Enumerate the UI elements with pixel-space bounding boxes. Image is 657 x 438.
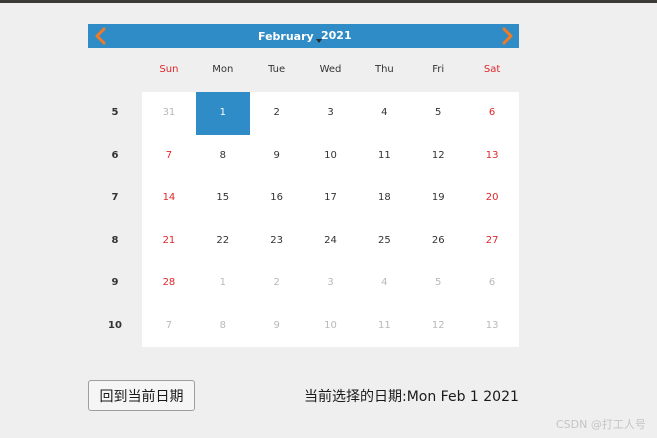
day-cell[interactable]: 7 bbox=[142, 135, 196, 178]
week-row: 7 8 9 10 11 12 13 bbox=[142, 135, 519, 178]
day-cell[interactable]: 14 bbox=[142, 177, 196, 220]
week-row: 14 15 16 17 18 19 20 bbox=[142, 177, 519, 220]
day-cell[interactable]: 9 bbox=[250, 135, 304, 178]
weekday-fri: Fri bbox=[432, 64, 445, 75]
week-number: 8 bbox=[111, 234, 119, 246]
day-cell[interactable]: 21 bbox=[142, 220, 196, 263]
day-grid: 31 1 2 3 4 5 6 7 8 9 10 11 12 13 14 15 1… bbox=[142, 92, 519, 347]
day-cell[interactable]: 4 bbox=[357, 262, 411, 305]
day-cell[interactable]: 10 bbox=[304, 305, 358, 348]
week-row: 21 22 23 24 25 26 27 bbox=[142, 220, 519, 263]
go-to-today-button[interactable]: 回到当前日期 bbox=[88, 380, 195, 411]
day-cell[interactable]: 28 bbox=[142, 262, 196, 305]
day-cell[interactable]: 25 bbox=[357, 220, 411, 263]
week-row: 7 8 9 10 11 12 13 bbox=[142, 305, 519, 348]
weekday-mon: Mon bbox=[212, 64, 234, 75]
day-cell[interactable]: 20 bbox=[465, 177, 519, 220]
day-cell[interactable]: 8 bbox=[196, 135, 250, 178]
day-cell[interactable]: 3 bbox=[304, 262, 358, 305]
window-top-strip bbox=[0, 0, 657, 3]
month-label: February bbox=[258, 29, 314, 43]
chevron-left-icon bbox=[95, 27, 106, 45]
day-cell[interactable]: 3 bbox=[304, 92, 358, 135]
calendar-widget: February 2021 Sun Mon Tue Wed Thu Fri Sa… bbox=[88, 24, 519, 347]
day-cell[interactable]: 26 bbox=[411, 220, 465, 263]
day-cell[interactable]: 1 bbox=[196, 262, 250, 305]
day-cell[interactable]: 23 bbox=[250, 220, 304, 263]
day-cell[interactable]: 16 bbox=[250, 177, 304, 220]
weekday-thu: Thu bbox=[374, 64, 394, 75]
year-selector[interactable]: 2021 bbox=[321, 24, 352, 48]
day-cell[interactable]: 8 bbox=[196, 305, 250, 348]
day-cell[interactable]: 9 bbox=[250, 305, 304, 348]
day-cell[interactable]: 15 bbox=[196, 177, 250, 220]
weekday-tue: Tue bbox=[268, 64, 286, 75]
day-cell[interactable]: 13 bbox=[465, 135, 519, 178]
weekday-wed: Wed bbox=[319, 64, 342, 75]
day-cell[interactable]: 27 bbox=[465, 220, 519, 263]
day-cell[interactable]: 13 bbox=[465, 305, 519, 348]
next-month-button[interactable] bbox=[497, 26, 517, 46]
day-cell[interactable]: 11 bbox=[357, 135, 411, 178]
day-cell[interactable]: 2 bbox=[250, 262, 304, 305]
week-number: 5 bbox=[111, 107, 119, 118]
weekday-header-row: Sun Mon Tue Wed Thu Fri Sat bbox=[142, 48, 519, 92]
day-cell[interactable]: 5 bbox=[411, 92, 465, 135]
week-number: 9 bbox=[111, 277, 119, 288]
day-cell[interactable]: 6 bbox=[465, 92, 519, 135]
chevron-right-icon bbox=[502, 27, 513, 45]
week-number: 7 bbox=[111, 192, 119, 203]
day-cell[interactable]: 19 bbox=[411, 177, 465, 220]
day-cell[interactable]: 12 bbox=[411, 305, 465, 348]
day-cell[interactable]: 24 bbox=[304, 220, 358, 263]
day-cell[interactable]: 7 bbox=[142, 305, 196, 348]
day-cell[interactable]: 22 bbox=[196, 220, 250, 263]
calendar-navigation-bar: February 2021 bbox=[88, 24, 519, 48]
day-cell[interactable]: 6 bbox=[465, 262, 519, 305]
day-cell-selected[interactable]: 1 bbox=[195, 92, 250, 135]
day-cell[interactable]: 12 bbox=[411, 135, 465, 178]
csdn-watermark: CSDN @打工人号 bbox=[556, 418, 646, 431]
weekday-sun: Sun bbox=[159, 64, 179, 75]
week-number-column: 5 6 7 8 9 10 bbox=[88, 92, 142, 347]
day-cell[interactable]: 11 bbox=[357, 305, 411, 348]
day-cell[interactable]: 2 bbox=[250, 92, 304, 135]
week-number: 6 bbox=[111, 149, 119, 161]
day-cell[interactable]: 18 bbox=[357, 177, 411, 220]
day-cell[interactable]: 5 bbox=[411, 262, 465, 305]
day-cell[interactable]: 4 bbox=[357, 92, 411, 135]
weekday-sat: Sat bbox=[483, 64, 501, 75]
week-number: 10 bbox=[108, 319, 122, 331]
day-cell[interactable]: 31 bbox=[142, 92, 196, 135]
week-row: 28 1 2 3 4 5 6 bbox=[142, 262, 519, 305]
selected-date-label: 当前选择的日期:Mon Feb 1 2021 bbox=[304, 389, 519, 405]
day-cell[interactable]: 17 bbox=[304, 177, 358, 220]
month-selector[interactable]: February bbox=[258, 24, 322, 48]
day-cell[interactable]: 10 bbox=[304, 135, 358, 178]
week-row: 31 1 2 3 4 5 6 bbox=[142, 92, 519, 135]
prev-month-button[interactable] bbox=[91, 26, 111, 46]
